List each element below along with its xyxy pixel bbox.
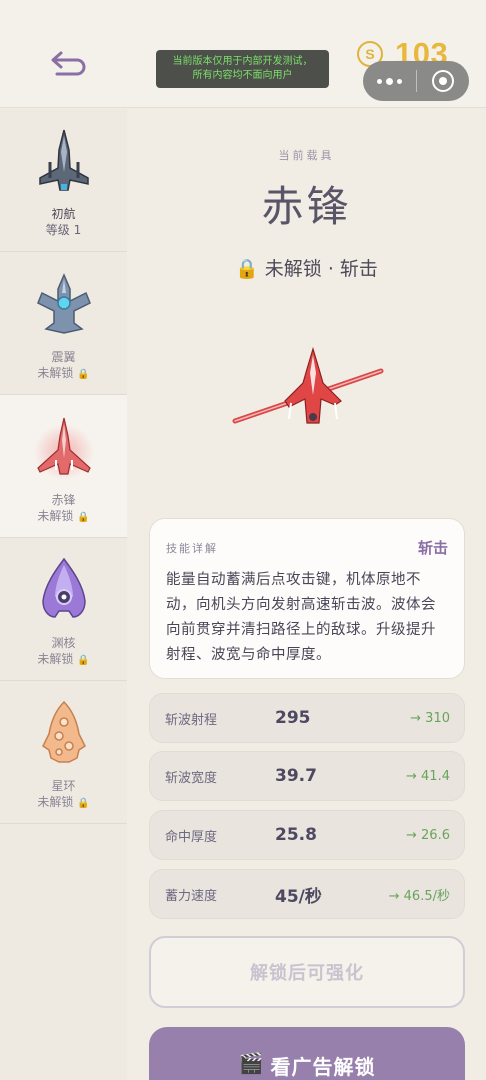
back-arrow-icon: [51, 51, 86, 76]
lock-icon: 🔒: [77, 512, 90, 523]
miniprogram-capsule: [363, 61, 469, 101]
ship-status-text: 未解锁: [37, 795, 74, 809]
ship-item-chuhang[interactable]: 初航 等级 1: [0, 109, 127, 252]
back-button[interactable]: [44, 46, 90, 82]
enhance-button[interactable]: 解锁后可强化: [149, 936, 465, 1008]
ship-item-yuanhe[interactable]: 渊核 未解锁 🔒: [0, 538, 127, 681]
ship-status: 未解锁 🔒: [37, 508, 89, 526]
ship-status-text: 未解锁: [37, 652, 74, 666]
stat-label: 蓄力速度: [165, 888, 218, 904]
ship-name: 初航: [51, 207, 76, 221]
more-button[interactable]: [363, 77, 416, 85]
watch-ad-unlock-button[interactable]: 🎬 看广告解锁: [149, 1027, 465, 1080]
ship-item-zhenyi[interactable]: 震翼 未解锁 🔒: [0, 252, 127, 395]
lock-icon: 🔒: [77, 369, 90, 380]
ship-name: 星环: [51, 779, 76, 793]
ring-ship-orange-icon: [29, 697, 99, 769]
stat-row-charge-speed: 蓄力速度 45/秒 → 46.5/秒: [149, 869, 465, 919]
ship-item-xinghuan[interactable]: 星环 未解锁 🔒: [0, 681, 127, 824]
stat-row-width: 斩波宽度 39.7 → 41.4: [149, 751, 465, 801]
close-miniprogram-button[interactable]: [417, 70, 469, 92]
ship-status: 未解锁 🔒: [37, 794, 89, 812]
stat-label: 命中厚度: [165, 829, 218, 845]
stat-value: 295: [275, 708, 311, 728]
stat-next-value: → 41.4: [406, 768, 450, 784]
ship-list-sidebar: 初航 等级 1 震翼 未解锁 🔒 赤锋 未解锁 🔒 渊核 未解锁 🔒 星环 未解…: [0, 109, 127, 1080]
ship-name: 赤锋: [51, 493, 76, 507]
ship-name: 震翼: [51, 350, 76, 364]
ship-status-text: 未解锁: [37, 366, 74, 380]
stat-next-value: → 46.5/秒: [388, 888, 450, 904]
close-circle-icon: [432, 70, 454, 92]
section-subtitle: 当前载具: [278, 149, 335, 162]
ship-detail-panel: 当前载具 赤锋 🔒 未解锁 · 斩击 技能详解 斩击 能量自动蓄满后点攻击键，机…: [127, 109, 486, 1080]
stat-value: 25.8: [275, 825, 317, 845]
lock-status-line: 🔒 未解锁 · 斩击: [235, 258, 378, 280]
stat-label: 斩波宽度: [165, 770, 218, 786]
skill-section-label: 技能详解: [166, 541, 218, 555]
jet-fighter-gray-icon: [29, 125, 99, 197]
ship-name: 渊核: [51, 636, 76, 650]
core-ship-purple-icon: [29, 554, 99, 626]
watch-ad-label: 看广告解锁: [270, 1055, 376, 1079]
stat-row-thickness: 命中厚度 25.8 → 26.6: [149, 810, 465, 860]
more-dot-right: [397, 78, 402, 84]
ship-status: 未解锁 🔒: [37, 651, 89, 669]
jet-fighter-blue-icon: [29, 268, 99, 340]
stat-value: 39.7: [275, 766, 317, 786]
skill-description: 能量自动蓄满后点攻击键，机体原地不动，向机头方向发射高速斩击波。波体会向前贯穿并…: [166, 572, 436, 663]
lock-icon: 🔒: [77, 655, 90, 666]
stat-row-range: 斩波射程 295 → 310: [149, 693, 465, 743]
ship-title: 赤锋: [261, 182, 352, 231]
stat-next-value: → 310: [410, 710, 450, 726]
clapperboard-icon: 🎬: [238, 1051, 265, 1075]
top-bar: 当前版本仅用于内部开发测试， 所有内容均不面向用户 S 103: [0, 0, 486, 108]
ship-item-chifeng[interactable]: 赤锋 未解锁 🔒: [0, 395, 127, 538]
ship-status: 等级 1: [45, 223, 82, 237]
skill-detail-card: 技能详解 斩击 能量自动蓄满后点攻击键，机体原地不动，向机头方向发射高速斩击波。…: [149, 518, 465, 679]
dev-notice-line1: 当前版本仅用于内部开发测试，: [172, 56, 313, 67]
dev-notice-banner: 当前版本仅用于内部开发测试， 所有内容均不面向用户: [156, 50, 329, 88]
skill-name: 斩击: [417, 539, 448, 557]
lock-icon: 🔒: [77, 798, 90, 809]
more-dots-icon: [377, 78, 382, 84]
stat-label: 斩波射程: [165, 712, 218, 728]
ship-status-text: 未解锁: [37, 509, 74, 523]
stat-next-value: → 26.6: [406, 827, 450, 843]
more-dot-center: [386, 77, 393, 85]
jet-fighter-red-icon: [29, 411, 99, 483]
ship-status: 未解锁 🔒: [37, 365, 89, 383]
ship-preview-image: [232, 346, 384, 424]
stat-value: 45/秒: [275, 886, 322, 907]
dev-notice-line2: 所有内容均不面向用户: [192, 70, 293, 81]
